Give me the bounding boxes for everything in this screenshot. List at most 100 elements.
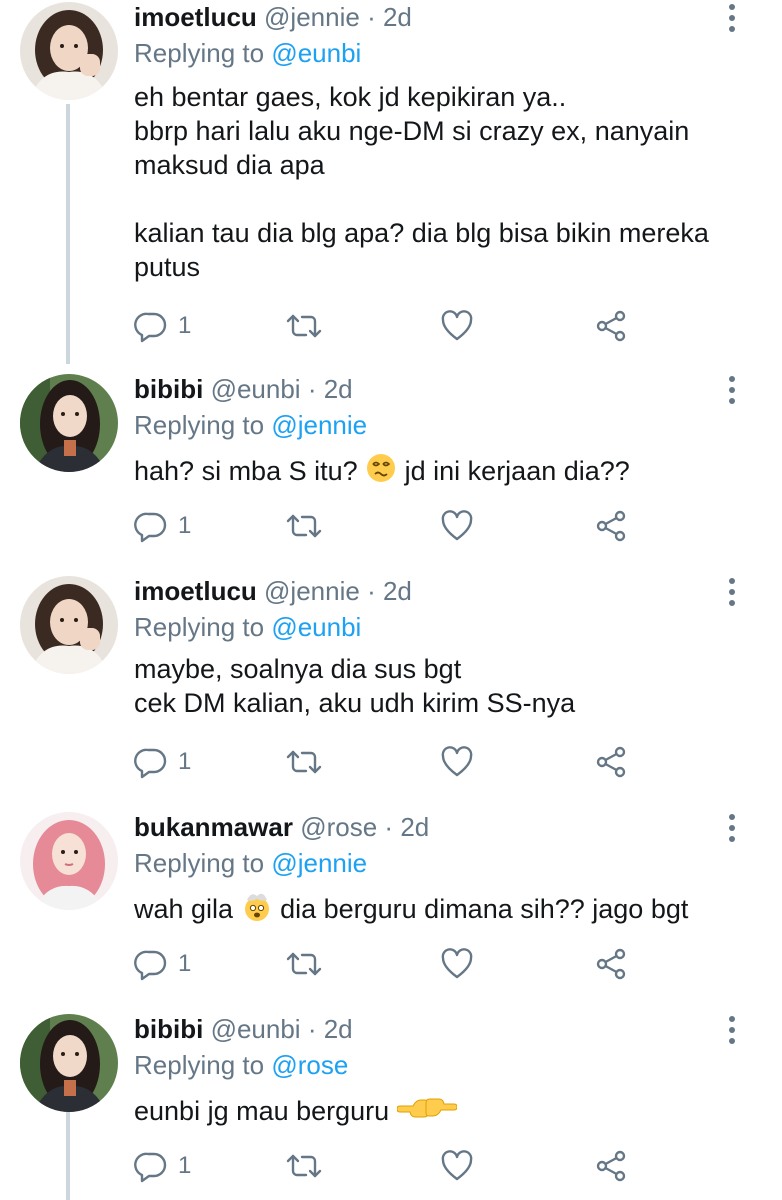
- reply-tweet[interactable]: bibibi @eunbi · 2d Replying to @jennie h…: [0, 372, 782, 566]
- reply-button[interactable]: 1: [134, 946, 191, 982]
- tweet-header: bibibi @eunbi · 2d: [134, 1012, 353, 1046]
- user-handle[interactable]: @eunbi: [211, 1014, 301, 1044]
- avatar[interactable]: [20, 812, 118, 910]
- exploding-head-emoji: [244, 893, 269, 921]
- share-button[interactable]: [594, 1148, 628, 1184]
- reply-button[interactable]: 1: [134, 744, 191, 780]
- user-handle[interactable]: @eunbi: [211, 374, 301, 404]
- reply-button[interactable]: 1: [134, 308, 191, 344]
- share-button[interactable]: [594, 744, 628, 780]
- avatar[interactable]: [20, 374, 118, 472]
- display-name[interactable]: bibibi: [134, 374, 203, 404]
- share-button[interactable]: [594, 508, 628, 544]
- timestamp[interactable]: 2d: [324, 1014, 353, 1044]
- avatar[interactable]: [20, 576, 118, 674]
- tweet-text: maybe, soalnya dia sus bgt cek DM kalian…: [134, 654, 576, 718]
- replying-to-label: Replying to: [134, 848, 265, 878]
- share-button[interactable]: [594, 308, 628, 344]
- action-bar: 1: [134, 308, 734, 344]
- more-options-icon[interactable]: [726, 376, 738, 406]
- reply-count: 1: [178, 312, 192, 339]
- replying-to-label: Replying to: [134, 38, 265, 68]
- retweet-icon: [286, 952, 322, 976]
- mention-link[interactable]: @jennie: [271, 410, 367, 440]
- user-handle[interactable]: @jennie: [264, 576, 360, 606]
- reply-button[interactable]: 1: [134, 508, 191, 544]
- action-bar: 1: [134, 508, 734, 544]
- mention-link[interactable]: @jennie: [271, 848, 367, 878]
- timestamp[interactable]: 2d: [400, 812, 429, 842]
- reply-button[interactable]: 1: [134, 1148, 191, 1184]
- reply-icon: [134, 312, 167, 343]
- tweet-text: hah? si mba S itu? jd ini kerjaan dia??: [134, 452, 754, 488]
- reply-tweet[interactable]: imoetlucu @jennie · 2d Replying to @eunb…: [0, 0, 782, 364]
- like-button[interactable]: [440, 946, 474, 982]
- tweet-header: bukanmawar @rose · 2d: [134, 810, 429, 844]
- share-icon: [596, 1150, 626, 1182]
- more-options-icon[interactable]: [726, 814, 738, 844]
- like-button[interactable]: [440, 308, 474, 344]
- avatar[interactable]: [20, 2, 118, 100]
- retweet-button[interactable]: [284, 308, 324, 344]
- retweet-button[interactable]: [284, 946, 324, 982]
- retweet-icon: [286, 750, 322, 774]
- retweet-icon: [286, 514, 322, 538]
- separator: ·: [307, 1014, 317, 1044]
- like-icon: [441, 948, 473, 979]
- retweet-button[interactable]: [284, 744, 324, 780]
- reply-tweet[interactable]: imoetlucu @jennie · 2d Replying to @eunb…: [0, 574, 782, 800]
- display-name[interactable]: imoetlucu: [134, 2, 257, 32]
- retweet-button[interactable]: [284, 508, 324, 544]
- more-options-icon[interactable]: [726, 578, 738, 608]
- avatar[interactable]: [20, 1014, 118, 1112]
- like-button[interactable]: [440, 508, 474, 544]
- retweet-icon: [286, 314, 322, 338]
- reply-count: 1: [178, 748, 192, 775]
- like-icon: [441, 510, 473, 541]
- woozy-face-emoji: [367, 454, 396, 482]
- share-icon: [596, 948, 626, 980]
- display-name[interactable]: bukanmawar: [134, 812, 293, 842]
- mention-link[interactable]: @eunbi: [271, 612, 361, 642]
- like-button[interactable]: [440, 744, 474, 780]
- more-options-icon[interactable]: [726, 4, 738, 34]
- retweet-icon: [286, 1154, 322, 1178]
- tweet-header: imoetlucu @jennie · 2d: [134, 574, 412, 608]
- action-bar: 1: [134, 1148, 734, 1184]
- tweet-text: wah gila dia berguru dimana sih?? jago b…: [134, 890, 754, 926]
- reply-icon: [134, 1152, 167, 1183]
- tweet-text-part: dia berguru dimana sih?? jago bgt: [272, 894, 689, 924]
- separator: ·: [384, 812, 394, 842]
- replying-to-label: Replying to: [134, 1050, 265, 1080]
- share-button[interactable]: [594, 946, 628, 982]
- like-button[interactable]: [440, 1148, 474, 1184]
- reply-icon: [134, 950, 167, 981]
- more-options-icon[interactable]: [726, 1016, 738, 1046]
- mention-link[interactable]: @eunbi: [271, 38, 361, 68]
- timestamp[interactable]: 2d: [383, 576, 412, 606]
- user-handle[interactable]: @rose: [300, 812, 377, 842]
- user-handle[interactable]: @jennie: [264, 2, 360, 32]
- reply-icon: [134, 748, 167, 779]
- action-bar: 1: [134, 946, 734, 982]
- pointing-fingers-emoji: [396, 1098, 457, 1118]
- display-name[interactable]: imoetlucu: [134, 576, 257, 606]
- share-icon: [596, 510, 626, 542]
- separator: ·: [307, 374, 317, 404]
- replying-to: Replying to @jennie: [134, 846, 367, 880]
- tweet-text-part: wah gila: [134, 894, 241, 924]
- replying-to: Replying to @jennie: [134, 408, 367, 442]
- tweet-text-part: hah? si mba S itu?: [134, 456, 366, 486]
- reply-tweet[interactable]: bukanmawar @rose · 2d Replying to @jenni…: [0, 810, 782, 1004]
- separator: ·: [367, 2, 376, 32]
- share-icon: [596, 746, 626, 778]
- retweet-button[interactable]: [284, 1148, 324, 1184]
- tweet-text-part: jd ini kerjaan dia??: [397, 456, 630, 486]
- display-name[interactable]: bibibi: [134, 1014, 203, 1044]
- timestamp[interactable]: 2d: [383, 2, 412, 32]
- reply-count: 1: [178, 950, 192, 977]
- timestamp[interactable]: 2d: [324, 374, 353, 404]
- like-icon: [441, 1150, 473, 1181]
- mention-link[interactable]: @rose: [271, 1050, 348, 1080]
- reply-tweet[interactable]: bibibi @eunbi · 2d Replying to @rose eun…: [0, 1012, 782, 1200]
